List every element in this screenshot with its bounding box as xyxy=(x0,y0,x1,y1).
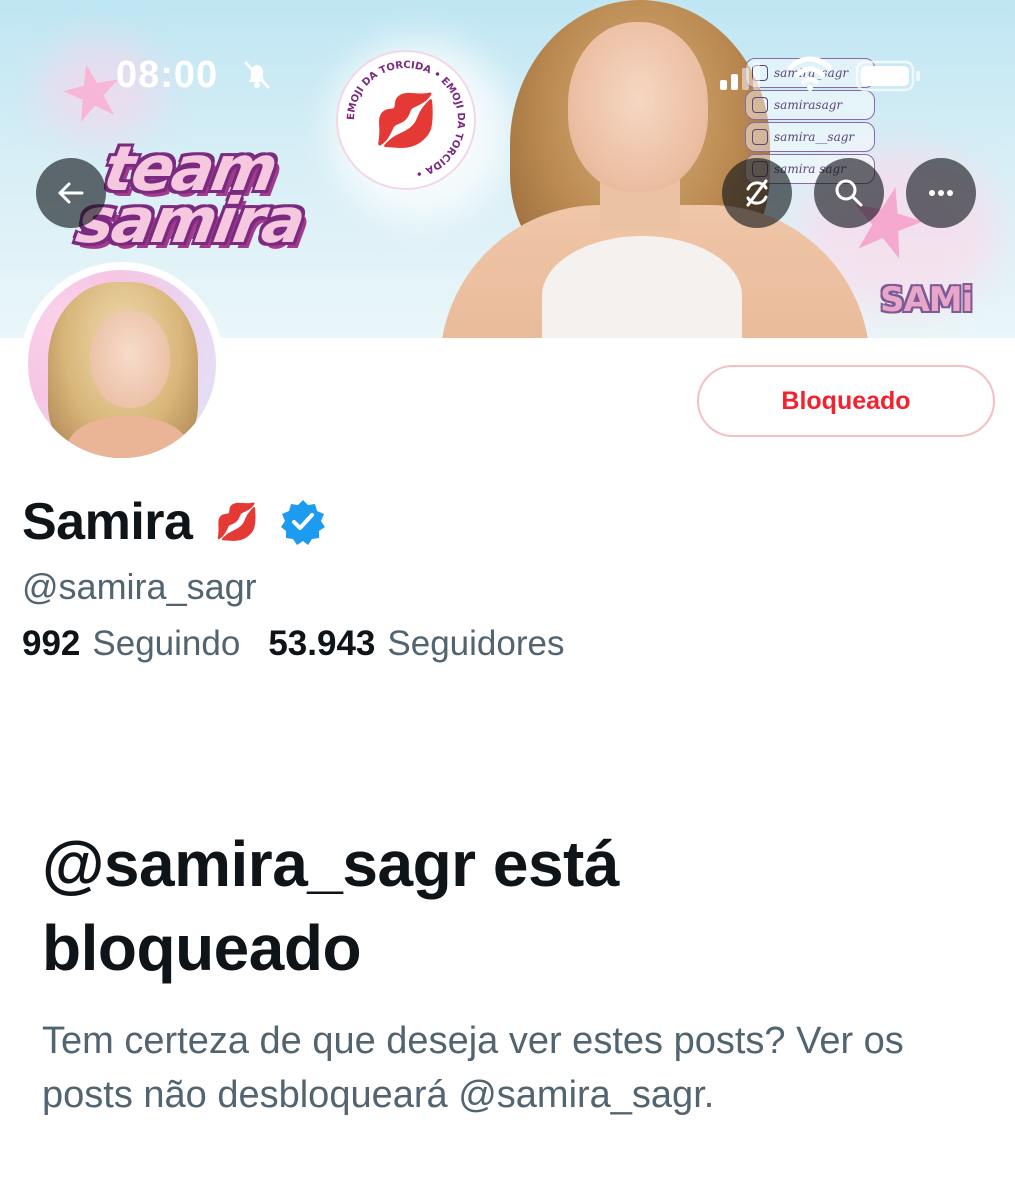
refresh-icon xyxy=(746,179,768,207)
display-name: Samira xyxy=(22,493,193,551)
search-button[interactable] xyxy=(814,158,884,228)
avatar-image xyxy=(28,270,216,458)
follow-stats: 992 Seguindo 53.943 Seguidores xyxy=(22,624,564,664)
blocked-button[interactable]: Bloqueado xyxy=(697,365,995,437)
followers-count[interactable]: 53.943 xyxy=(268,624,375,664)
refresh-button[interactable] xyxy=(722,158,792,228)
avatar-face xyxy=(90,310,170,408)
social-row: samira__sagr xyxy=(745,122,875,152)
social-label: samirasagr xyxy=(774,98,843,112)
back-button[interactable] xyxy=(36,158,106,228)
arrow-left-icon xyxy=(58,182,84,204)
avatar[interactable] xyxy=(20,262,224,466)
following-label[interactable]: Seguindo xyxy=(92,624,240,664)
social-label: samira__sagr xyxy=(774,130,855,144)
team-samira-logo: team samira xyxy=(71,132,434,262)
following-count[interactable]: 992 xyxy=(22,624,80,664)
followers-label[interactable]: Seguidores xyxy=(387,624,564,664)
logo-line-2: samira xyxy=(71,184,310,257)
more-dots-icon xyxy=(929,190,953,196)
wifi-icon xyxy=(787,56,833,91)
bell-off-icon xyxy=(244,61,270,89)
sami-logo: SAMi xyxy=(880,280,973,320)
blocked-notice-title: @samira_sagr está bloqueado xyxy=(42,828,619,984)
cellular-signal-icon xyxy=(720,62,760,90)
verified-badge-icon[interactable] xyxy=(279,498,327,546)
profile-handle: @samira_sagr xyxy=(22,566,257,607)
twitter-icon xyxy=(752,129,768,145)
status-time: 08:00 xyxy=(116,54,219,96)
search-icon xyxy=(835,179,863,207)
more-button[interactable] xyxy=(906,158,976,228)
battery-icon xyxy=(856,60,920,92)
lips-emoji-icon: 💋 xyxy=(214,501,260,542)
tiktok-icon xyxy=(752,97,768,113)
photo-face xyxy=(568,22,708,192)
blocked-notice-description: Tem certeza de que deseja ver estes post… xyxy=(42,1020,904,1116)
profile-name-row: Samira 💋 xyxy=(22,490,327,554)
social-row: samirasagr xyxy=(745,90,875,120)
